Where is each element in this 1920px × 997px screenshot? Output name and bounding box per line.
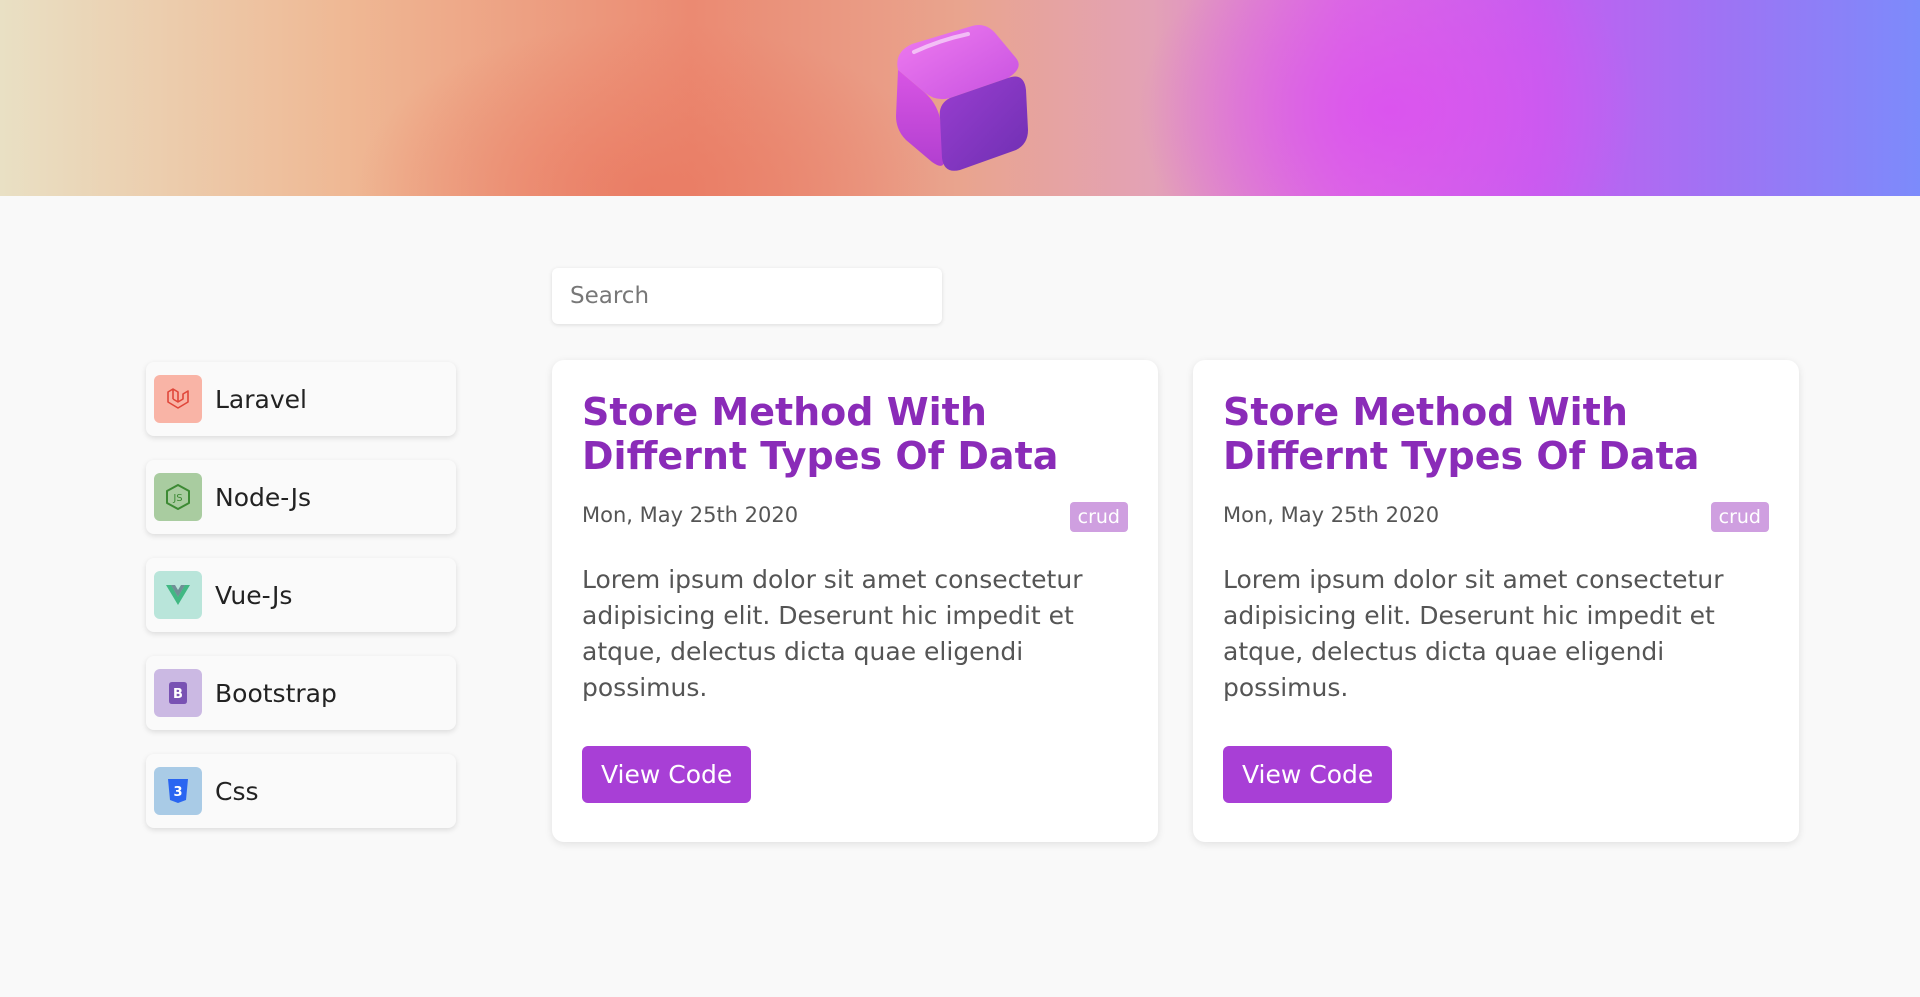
post-title[interactable]: Store Method With Differnt Types Of Data — [582, 390, 1082, 478]
post-card: Store Method With Differnt Types Of Data… — [552, 360, 1158, 842]
post-meta: Mon, May 25th 2020 crud — [1223, 498, 1769, 532]
category-sidebar: Laravel JS Node-Js Vue-Js B Bootstrap 3 … — [146, 362, 456, 852]
sidebar-item-label: Node-Js — [215, 482, 312, 512]
search-input[interactable] — [570, 283, 924, 309]
tag-badge[interactable]: crud — [1069, 502, 1128, 532]
sidebar-item-label: Vue-Js — [215, 580, 293, 610]
sidebar-item-nodejs[interactable]: JS Node-Js — [146, 460, 456, 534]
svg-text:3: 3 — [173, 785, 182, 800]
vuejs-icon — [154, 571, 202, 619]
sidebar-item-label: Css — [215, 776, 259, 806]
search-box[interactable] — [552, 268, 942, 324]
sidebar-item-css[interactable]: 3 Css — [146, 754, 456, 828]
post-date: Mon, May 25th 2020 — [1223, 503, 1440, 527]
sidebar-item-laravel[interactable]: Laravel — [146, 362, 456, 436]
sidebar-item-bootstrap[interactable]: B Bootstrap — [146, 656, 456, 730]
tag-badge[interactable]: crud — [1710, 502, 1769, 532]
svg-text:JS: JS — [172, 493, 182, 504]
post-date: Mon, May 25th 2020 — [582, 503, 799, 527]
post-card: Store Method With Differnt Types Of Data… — [1193, 360, 1799, 842]
post-title[interactable]: Store Method With Differnt Types Of Data — [1223, 390, 1723, 478]
laravel-icon — [154, 375, 202, 423]
post-meta: Mon, May 25th 2020 crud — [582, 498, 1128, 532]
header-banner — [0, 0, 1920, 196]
sidebar-item-label: Laravel — [215, 384, 307, 414]
sidebar-item-vuejs[interactable]: Vue-Js — [146, 558, 456, 632]
view-code-button[interactable]: View Code — [582, 746, 752, 803]
sidebar-item-label: Bootstrap — [215, 678, 337, 708]
css-icon: 3 — [154, 767, 202, 815]
bootstrap-icon: B — [154, 669, 202, 717]
view-code-button[interactable]: View Code — [1223, 746, 1393, 803]
nodejs-icon: JS — [154, 473, 202, 521]
svg-text:B: B — [173, 687, 183, 702]
post-excerpt: Lorem ipsum dolor sit amet consectetur a… — [582, 565, 1083, 702]
purple-cube-icon — [896, 25, 1028, 171]
post-excerpt: Lorem ipsum dolor sit amet consectetur a… — [1223, 565, 1724, 702]
